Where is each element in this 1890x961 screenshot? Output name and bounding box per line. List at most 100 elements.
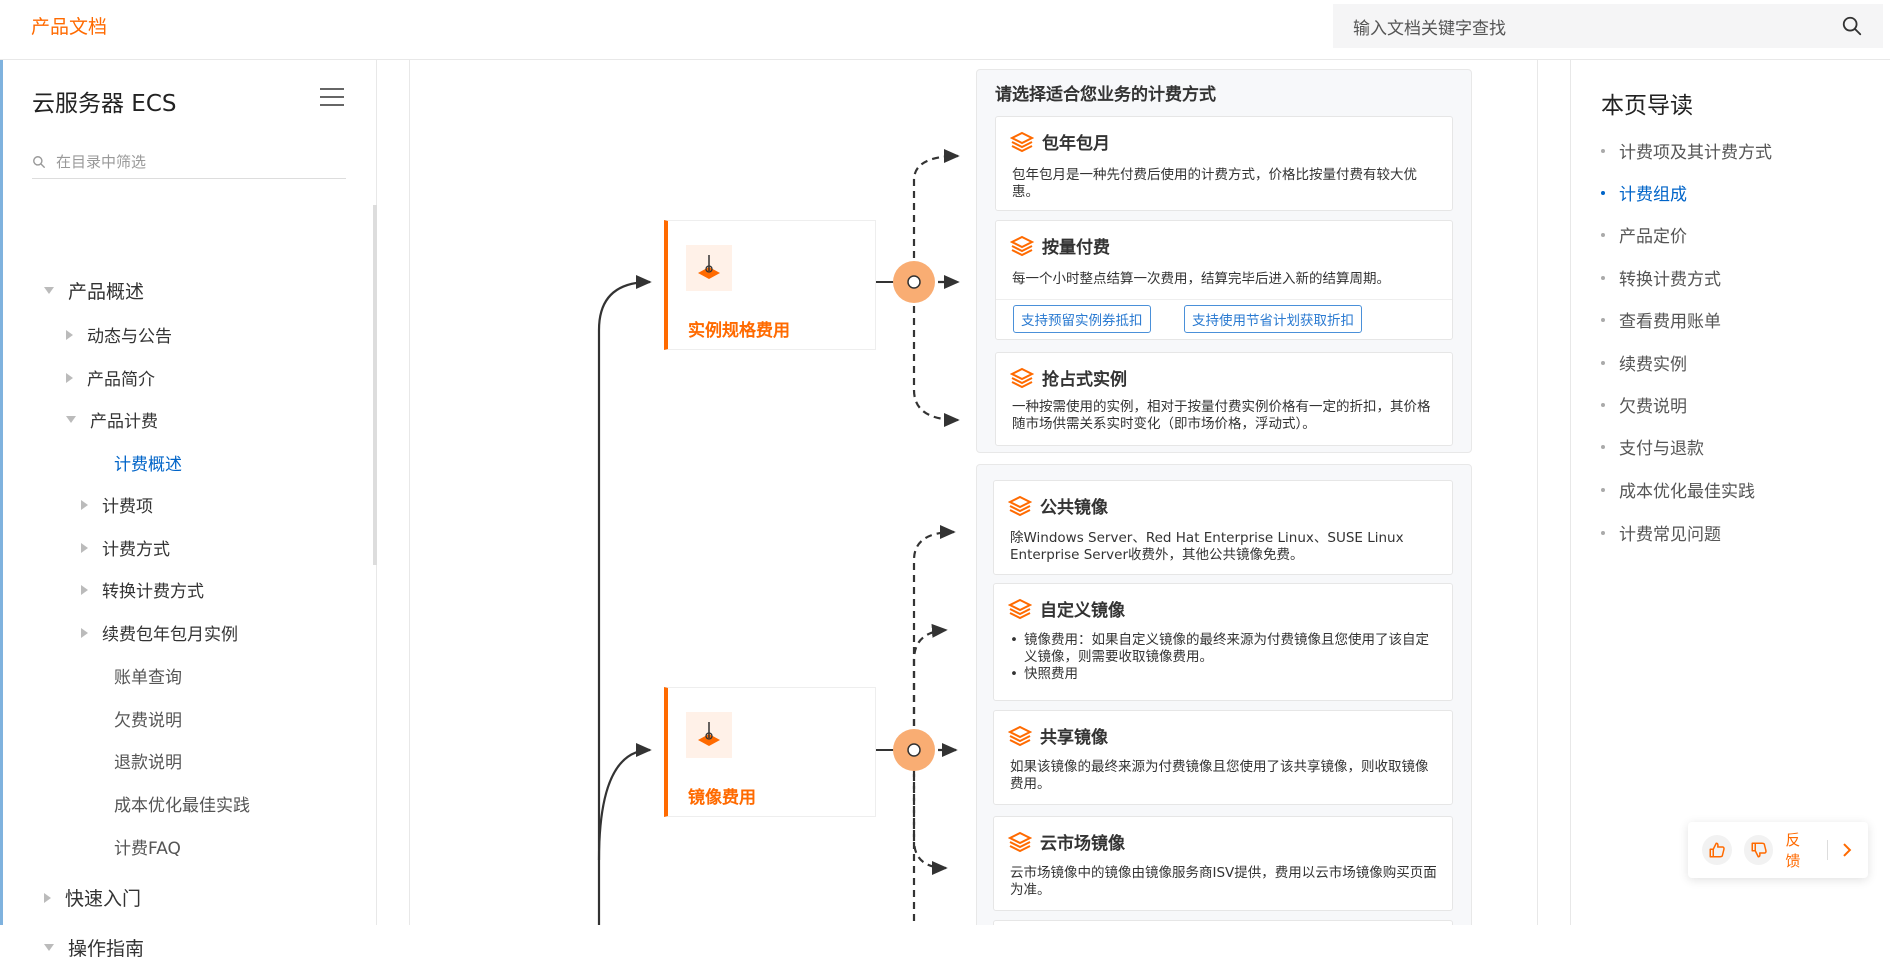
toc-item-label: 欠费说明 <box>1619 397 1687 417</box>
caret-right-icon[interactable] <box>66 372 73 383</box>
card-description: 每一个小时整点结算一次费用，结算完毕后进入新的结算周期。 <box>1012 271 1390 287</box>
reserved-instance-tag[interactable]: 支持预留实例券抵扣 <box>1013 305 1151 333</box>
sidebar-item[interactable]: 产品概述 <box>44 277 144 304</box>
toc-title: 本页导读 <box>1601 93 1693 119</box>
image-card-public[interactable]: 公共镜像 除Windows Server、Red Hat Enterprise … <box>993 480 1453 575</box>
toc-item[interactable]: 成本优化最佳实践 <box>1601 477 1755 502</box>
instance-fee-node: 实例规格费用 <box>664 220 876 350</box>
caret-down-icon[interactable] <box>44 287 54 294</box>
toc-bullet <box>1601 360 1605 365</box>
caret-right-icon[interactable] <box>66 329 73 340</box>
doc-search-box[interactable]: 输入文档关键字查找 <box>1333 4 1883 48</box>
toc-item-label: 成本优化最佳实践 <box>1619 482 1755 502</box>
sidebar-item-label: 账单查询 <box>114 668 182 688</box>
instance-fee-icon <box>686 245 732 291</box>
filter-placeholder[interactable]: 在目录中筛选 <box>56 151 146 172</box>
sidebar-item[interactable]: 产品简介 <box>66 365 155 390</box>
toc-item[interactable]: 支付与退款 <box>1601 434 1704 459</box>
savings-plan-tag[interactable]: 支持使用节省计划获取折扣 <box>1184 305 1362 333</box>
card-title: 公共镜像 <box>1040 498 1108 518</box>
sidebar-item[interactable]: 转换计费方式 <box>81 577 204 602</box>
caret-right-icon[interactable] <box>81 542 88 553</box>
sidebar-item[interactable]: 计费概述 <box>81 450 182 475</box>
image-card-custom[interactable]: 自定义镜像 镜像费用：如果自定义镜像的最终来源为付费镜像且您使用了该自定义镜像，… <box>993 583 1453 701</box>
sidebar-item[interactable]: 账单查询 <box>81 663 182 688</box>
search-placeholder[interactable]: 输入文档关键字查找 <box>1353 14 1841 39</box>
top-bar: 产品文档 输入文档关键字查找 <box>0 0 1890 60</box>
caret-right-icon[interactable] <box>81 499 88 510</box>
toc-item[interactable]: 续费实例 <box>1601 350 1687 375</box>
layers-icon <box>1010 235 1034 256</box>
image-card-marketplace[interactable]: 云市场镜像 云市场镜像中的镜像由镜像服务商ISV提供，费用以云市场镜像购买页面为… <box>993 816 1453 911</box>
toc-bullet <box>1601 148 1605 153</box>
caret-down-icon[interactable] <box>66 416 76 423</box>
chevron-right-icon[interactable] <box>1840 842 1854 858</box>
toc-item[interactable]: 产品定价 <box>1601 222 1687 247</box>
bullet-item: 镜像费用：如果自定义镜像的最终来源为付费镜像且您使用了该自定义镜像，则需要收取镜… <box>1010 632 1438 666</box>
sidebar-item[interactable]: 计费方式 <box>81 535 170 560</box>
trunk-connector <box>597 274 652 925</box>
toc-item[interactable]: 计费项及其计费方式 <box>1601 138 1772 163</box>
billing-card-pay-as-you-go[interactable]: 按量付费 每一个小时整点结算一次费用，结算完毕后进入新的结算周期。 支持预留实例… <box>995 220 1453 340</box>
caret-right-icon[interactable] <box>44 892 51 903</box>
billing-card-subscription[interactable]: 包年包月 包年包月是一种先付费后使用的计费方式，价格比按量付费有较大优惠。 <box>995 116 1453 211</box>
sidebar-item-label: 计费FAQ <box>114 839 181 859</box>
sidebar-item-label: 产品概述 <box>68 281 145 303</box>
junction-node-core <box>907 275 921 289</box>
billing-card-spot[interactable]: 抢占式实例 一种按需使用的实例，相对于按量付费实例价格有一定的折扣，其价格随市场… <box>995 352 1453 446</box>
sidebar-item-label: 计费项 <box>102 497 153 517</box>
feedback-label[interactable]: 反馈 <box>1785 829 1815 871</box>
search-icon[interactable] <box>1841 15 1863 37</box>
dashed-connector <box>912 282 960 428</box>
caret-right-icon[interactable] <box>81 627 88 638</box>
sidebar-scrollbar[interactable] <box>373 205 377 565</box>
sidebar-item[interactable]: 产品计费 <box>66 407 158 432</box>
card-title: 按量付费 <box>1042 238 1110 258</box>
sidebar-item[interactable]: 操作指南 <box>44 934 144 961</box>
image-card-shared[interactable]: 共享镜像 如果该镜像的最终来源为付费镜像且您使用了该共享镜像，则收取镜像费用。 <box>993 710 1453 805</box>
layers-icon <box>1010 367 1034 388</box>
sidebar-item[interactable]: 快速入门 <box>44 884 141 911</box>
card-divider <box>996 299 1452 300</box>
toc-item-label: 计费项及其计费方式 <box>1619 143 1772 163</box>
search-icon <box>33 155 45 168</box>
card-description: 除Windows Server、Red Hat Enterprise Linux… <box>1010 530 1404 563</box>
sidebar-item-label: 动态与公告 <box>87 327 172 347</box>
sidebar-item[interactable]: 计费FAQ <box>81 834 181 859</box>
sidebar-item[interactable]: 欠费说明 <box>81 706 182 731</box>
card-title: 包年包月 <box>1042 134 1110 154</box>
card-title: 云市场镜像 <box>1040 834 1125 854</box>
layers-icon <box>1010 131 1034 152</box>
image-card-partial <box>993 920 1453 925</box>
sidebar-item[interactable]: 续费包年包月实例 <box>81 620 238 645</box>
brand-link[interactable]: 产品文档 <box>31 12 107 39</box>
toc-bullet <box>1601 444 1605 449</box>
card-title: 共享镜像 <box>1040 728 1108 748</box>
caret-right-icon[interactable] <box>81 584 88 595</box>
toc-bullet <box>1601 190 1605 195</box>
thumbs-up-icon[interactable] <box>1702 835 1732 865</box>
sidebar-item-label: 计费概述 <box>114 455 182 475</box>
sidebar-filter-input[interactable]: 在目录中筛选 <box>32 145 346 179</box>
sidebar-item[interactable]: 动态与公告 <box>66 322 172 347</box>
toc-item-label: 续费实例 <box>1619 355 1687 375</box>
sidebar-item[interactable]: 计费项 <box>81 492 153 517</box>
sidebar-item[interactable]: 退款说明 <box>81 748 182 773</box>
feedback-divider <box>1827 840 1829 860</box>
panel-title: 请选择适合您业务的计费方式 <box>995 85 1216 105</box>
menu-icon[interactable] <box>320 88 344 108</box>
sidebar-item-label: 操作指南 <box>68 938 145 960</box>
toc-item-label: 计费组成 <box>1619 185 1687 205</box>
toc-item[interactable]: 欠费说明 <box>1601 392 1687 417</box>
toc-item[interactable]: 计费常见问题 <box>1601 520 1721 545</box>
sidebar-item-label: 退款说明 <box>114 753 182 773</box>
toc-item[interactable]: 计费组成 <box>1601 180 1687 205</box>
instance-fee-label: 实例规格费用 <box>688 321 790 341</box>
thumbs-down-icon[interactable] <box>1743 835 1774 865</box>
toc-item[interactable]: 转换计费方式 <box>1601 265 1721 290</box>
caret-down-icon[interactable] <box>44 944 54 951</box>
main-content: 实例规格费用 请选择适合您业务的计费方式 包年包月 包年包月是一种先付费后使用的… <box>409 60 1538 925</box>
toc-item[interactable]: 查看费用账单 <box>1601 307 1721 332</box>
sidebar-item[interactable]: 成本优化最佳实践 <box>81 791 250 816</box>
card-description: 一种按需使用的实例，相对于按量付费实例价格有一定的折扣，其价格随市场供需关系实时… <box>1012 399 1431 432</box>
